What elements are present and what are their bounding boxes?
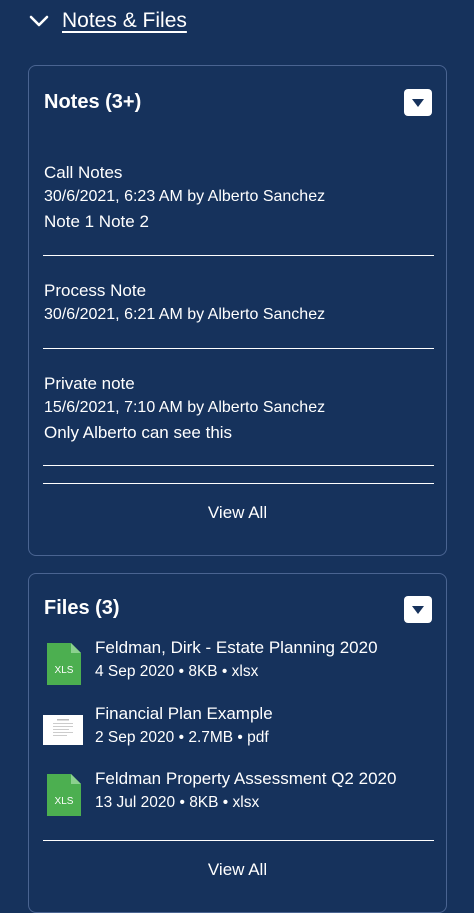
note-body: Only Alberto can see this	[44, 423, 233, 442]
file-meta: 13 Jul 2020 • 8KB • xlsx	[95, 794, 260, 811]
note-divider	[43, 255, 434, 256]
notes-card: Notes (3+) Call Notes 30/6/2021, 6:23 AM…	[28, 65, 447, 556]
file-meta: 4 Sep 2020 • 8KB • xlsx	[95, 663, 259, 680]
note-item[interactable]: Call Notes 30/6/2021, 6:23 AM by Alberto…	[44, 162, 433, 233]
note-divider	[43, 465, 434, 466]
note-title[interactable]: Process Note	[44, 280, 433, 302]
file-type-label: XLS	[55, 665, 74, 676]
pdf-thumbnail-icon	[43, 715, 83, 745]
note-meta: 30/6/2021, 6:21 AM by Alberto Sanchez	[44, 306, 326, 323]
chevron-down-icon	[29, 15, 49, 27]
xls-file-icon: XLS	[47, 643, 81, 685]
caret-down-icon	[412, 98, 424, 107]
note-title[interactable]: Private note	[44, 373, 433, 395]
notes-card-title: Notes (3+)	[44, 91, 142, 113]
note-title[interactable]: Call Notes	[44, 162, 433, 184]
files-dropdown-button[interactable]	[404, 596, 432, 623]
file-name[interactable]: Feldman, Dirk - Estate Planning 2020	[95, 637, 378, 659]
file-item[interactable]: XLS Feldman, Dirk - Estate Planning 2020…	[43, 637, 433, 687]
notes-view-all-link[interactable]: View All	[29, 503, 446, 523]
caret-down-icon	[412, 605, 424, 614]
footer-divider	[43, 483, 434, 484]
files-card: Files (3) XLS Feldman, Dirk - Estate Pla…	[28, 573, 447, 913]
files-card-title: Files (3)	[44, 597, 120, 619]
notes-dropdown-button[interactable]	[404, 89, 432, 116]
footer-divider	[43, 840, 434, 841]
note-item[interactable]: Process Note 30/6/2021, 6:21 AM by Alber…	[44, 280, 433, 326]
files-view-all-link[interactable]: View All	[29, 860, 446, 880]
note-meta: 30/6/2021, 6:23 AM by Alberto Sanchez	[44, 188, 326, 205]
note-item[interactable]: Private note 15/6/2021, 7:10 AM by Alber…	[44, 373, 433, 444]
note-body: Note 1 Note 2	[44, 212, 149, 231]
file-meta: 2 Sep 2020 • 2.7MB • pdf	[95, 729, 269, 746]
file-name[interactable]: Feldman Property Assessment Q2 2020	[95, 768, 396, 790]
file-item[interactable]: XLS Feldman Property Assessment Q2 2020 …	[43, 768, 433, 818]
note-divider	[43, 348, 434, 349]
note-meta: 15/6/2021, 7:10 AM by Alberto Sanchez	[44, 399, 326, 416]
section-title[interactable]: Notes & Files	[62, 9, 187, 33]
notes-files-section-header[interactable]: Notes & Files	[28, 6, 187, 36]
file-type-label: XLS	[55, 796, 74, 807]
file-item[interactable]: Financial Plan Example 2 Sep 2020 • 2.7M…	[43, 703, 433, 753]
file-name[interactable]: Financial Plan Example	[95, 703, 273, 725]
xls-file-icon: XLS	[47, 774, 81, 816]
